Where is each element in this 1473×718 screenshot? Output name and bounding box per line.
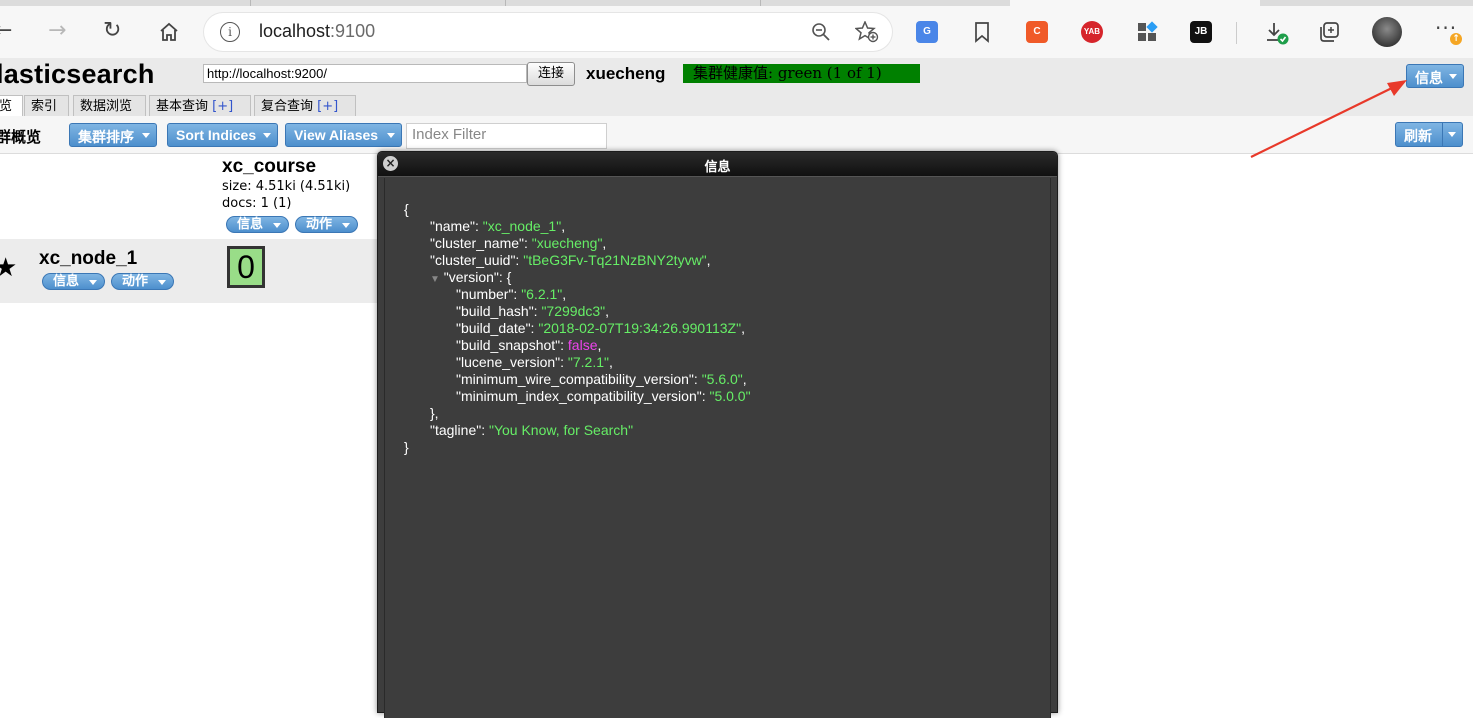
json-line: "tagline": "You Know, for Search" [430, 422, 634, 438]
master-star-icon: ★ [0, 253, 18, 283]
back-icon[interactable]: ← [0, 20, 12, 42]
add-query-button[interactable]: [+] [317, 99, 338, 114]
cluster-health-badge: 集群健康值: green (1 of 1) [683, 64, 920, 83]
tab-label: 复合查询 [261, 99, 314, 114]
chevron-down-icon [263, 133, 271, 138]
chevron-down-icon[interactable] [1448, 132, 1456, 137]
json-line: "lucene_version": "7.2.1", [456, 354, 613, 370]
chevron-down-icon [342, 223, 350, 228]
home-icon[interactable] [158, 21, 180, 43]
tab-label: 览 [0, 99, 13, 114]
tab-structured-query[interactable]: 复合查询 [+] [254, 95, 356, 116]
overview-heading: 群概览 [0, 128, 42, 146]
chevron-down-icon [158, 280, 166, 285]
info-dialog: × 信息 { "name": "xc_node_1", "cluster_nam… [377, 151, 1058, 718]
json-line: "build_hash": "7299dc3", [456, 303, 609, 319]
cluster-name: xuecheng [586, 64, 666, 83]
chevron-down-icon [387, 133, 395, 138]
tab-browser[interactable]: 数据浏览 [73, 95, 146, 116]
collections-icon[interactable] [1318, 21, 1342, 43]
json-line: { [404, 201, 409, 217]
index-size: size: 4.51ki (4.51ki) [222, 179, 351, 194]
node-name: xc_node_1 [39, 248, 138, 269]
index-filter-input[interactable]: Index Filter [406, 123, 607, 149]
tab-label: 索引 [31, 99, 58, 114]
index-action-label: 动作 [306, 217, 333, 232]
add-favorite-icon[interactable] [855, 21, 879, 43]
json-line: "minimum_index_compatibility_version": "… [456, 388, 751, 404]
dialog-title: 信息 [704, 160, 731, 175]
json-line: } [404, 439, 409, 455]
node-info-button[interactable]: 信息 [42, 273, 105, 290]
json-line: "minimum_wire_compatibility_version": "5… [456, 371, 747, 387]
dialog-title-bar[interactable]: × 信息 [378, 152, 1057, 177]
node-info-label: 信息 [53, 274, 80, 289]
app-title: lasticsearch [0, 59, 155, 89]
zoom-icon[interactable] [811, 22, 831, 42]
profile-avatar[interactable] [1372, 17, 1402, 47]
json-line: "build_snapshot": false, [456, 337, 602, 353]
tab-indices[interactable]: 索引 [24, 95, 69, 116]
split-divider [1442, 123, 1443, 146]
connect-button[interactable]: 连接 [527, 62, 575, 86]
apps-icon[interactable] [1136, 21, 1158, 43]
toolbar-divider [1236, 22, 1237, 44]
translate-icon[interactable]: G [916, 21, 938, 43]
tab-basic-query[interactable]: 基本查询 [+] [149, 95, 251, 116]
index-info-button[interactable]: 信息 [226, 216, 289, 233]
update-badge-icon: ↑ [1450, 33, 1462, 45]
add-query-button[interactable]: [+] [212, 99, 233, 114]
chevron-down-icon [1449, 74, 1457, 79]
chevron-down-icon [142, 133, 150, 138]
sort-indices-button[interactable]: Sort Indices [167, 123, 278, 147]
node-action-label: 动作 [122, 274, 149, 289]
info-menu-button[interactable]: 信息 [1406, 64, 1464, 88]
dialog-json-body: { "name": "xc_node_1", "cluster_name": "… [384, 178, 1051, 718]
view-aliases-label: View Aliases [294, 127, 379, 143]
tab-label: 基本查询 [156, 99, 209, 114]
collapse-triangle-icon[interactable]: ▼ [430, 274, 440, 285]
refresh-button[interactable]: 刷新 [1395, 122, 1463, 147]
shard-cell[interactable]: 0 [227, 246, 265, 288]
json-line: "build_date": "2018-02-07T19:34:26.99011… [456, 320, 745, 336]
bookmark-icon[interactable] [974, 21, 990, 43]
node-action-button[interactable]: 动作 [111, 273, 174, 290]
cluster-sort-label: 集群排序 [78, 129, 134, 145]
json-line: "name": "xc_node_1", [430, 218, 566, 234]
forward-icon[interactable]: → [48, 20, 66, 42]
json-line: "number": "6.2.1", [456, 286, 567, 302]
view-aliases-button[interactable]: View Aliases [285, 123, 402, 147]
index-name: xc_course [222, 156, 317, 177]
chevron-down-icon [89, 280, 97, 285]
info-menu-label: 信息 [1415, 70, 1443, 86]
json-line: "cluster_name": "xuecheng", [430, 235, 607, 251]
tab-label: 数据浏览 [80, 99, 133, 114]
address-bar[interactable]: i localhost:9100 [204, 13, 892, 51]
reload-icon[interactable]: ↻ [103, 20, 121, 42]
chevron-down-icon [273, 223, 281, 228]
tab-overview[interactable]: 览 [0, 95, 23, 117]
cluster-sort-button[interactable]: 集群排序 [69, 123, 157, 147]
site-info-icon[interactable]: i [220, 22, 240, 42]
connection-url-input[interactable]: http://localhost:9200/ [203, 64, 527, 83]
json-line: }, [430, 405, 439, 421]
address-text[interactable]: localhost:9100 [259, 21, 375, 42]
browser-toolbar: ← → ↻ i localhost:9100 G C YAB JB ··· ↑ [0, 6, 1473, 59]
yab-extension-icon[interactable]: YAB [1081, 21, 1103, 43]
index-docs: docs: 1 (1) [222, 196, 292, 211]
c-extension-icon[interactable]: C [1026, 21, 1048, 43]
jb-extension-icon[interactable]: JB [1190, 21, 1212, 43]
sort-indices-label: Sort Indices [176, 127, 257, 143]
index-info-label: 信息 [237, 217, 264, 232]
index-action-button[interactable]: 动作 [295, 216, 358, 233]
refresh-label: 刷新 [1404, 128, 1432, 144]
download-icon[interactable] [1264, 20, 1290, 46]
json-line: "cluster_uuid": "tBeG3Fv-Tq21NzBNY2tyvw"… [430, 252, 711, 268]
